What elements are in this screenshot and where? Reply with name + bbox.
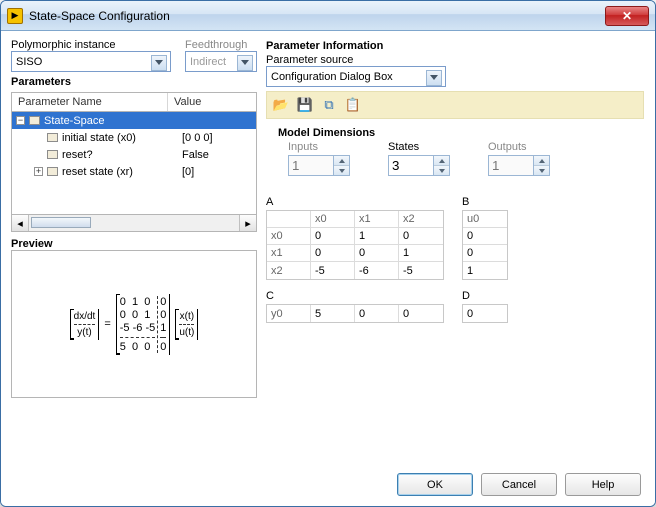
tree-item-reset[interactable]: − reset? False [12, 146, 256, 163]
titlebar: ▶ State-Space Configuration ✕ [1, 1, 655, 31]
tree-header: Parameter Name Value [11, 92, 257, 111]
polymorphic-label: Polymorphic instance [11, 39, 181, 51]
tree-scrollbar[interactable]: ◂ ▸ [11, 215, 257, 232]
matrix-D-label: D [462, 290, 508, 302]
outputs-spinner [488, 155, 568, 176]
states-down[interactable] [434, 166, 449, 175]
parameter-tree[interactable]: − State-Space − initial state (x0) [0 0 … [11, 111, 257, 215]
preview-label: Preview [11, 238, 257, 250]
paste-icon[interactable]: 📋 [345, 97, 361, 113]
scroll-left-button[interactable]: ◂ [12, 215, 29, 231]
outputs-field [488, 155, 534, 176]
node-icon [29, 116, 40, 125]
cancel-button[interactable]: Cancel [481, 473, 557, 496]
collapse-icon[interactable]: − [16, 116, 25, 125]
button-bar: OK Cancel Help [11, 467, 645, 498]
inputs-field [288, 155, 334, 176]
node-icon [47, 133, 58, 142]
open-icon[interactable]: 📂 [273, 97, 289, 113]
feedthrough-value: Indirect [190, 56, 226, 68]
param-info-title: Parameter Information [266, 40, 644, 52]
scroll-right-button[interactable]: ▸ [239, 215, 256, 231]
eq-lhs: dx/dt y(t) [70, 309, 100, 340]
save-icon[interactable]: 💾 [297, 97, 313, 113]
ok-button[interactable]: OK [397, 473, 473, 496]
matrix-B-label: B [462, 196, 508, 208]
chevron-down-icon [430, 75, 438, 80]
eq-rhs: x(t) u(t) [175, 309, 198, 340]
param-source-dropdown[interactable]: Configuration Dialog Box [266, 66, 446, 87]
app-icon: ▶ [7, 8, 23, 24]
col-parameter-name: Parameter Name [12, 93, 168, 111]
feedthrough-dropdown: Indirect [185, 51, 257, 72]
states-label: States [388, 141, 468, 153]
window-title: State-Space Configuration [29, 9, 605, 23]
preview-canvas: dx/dt y(t) = 0 1 0 0 0 1 -5 -6 -5 [11, 250, 257, 398]
inputs-label: Inputs [288, 141, 368, 153]
help-button[interactable]: Help [565, 473, 641, 496]
tree-item-reset-state[interactable]: + reset state (xr) [0] [12, 163, 256, 180]
polymorphic-value: SISO [16, 56, 42, 68]
left-panel: Polymorphic instance SISO Feedthrough In… [11, 39, 257, 467]
close-button[interactable]: ✕ [605, 6, 649, 26]
node-icon [47, 167, 58, 176]
content: Polymorphic instance SISO Feedthrough In… [1, 31, 655, 506]
right-panel: Parameter Information Parameter source C… [265, 39, 645, 467]
states-field[interactable] [388, 155, 434, 176]
feedthrough-label: Feedthrough [185, 39, 257, 51]
matrix-A-label: A [266, 196, 444, 208]
inputs-spinner [288, 155, 368, 176]
copy-icon[interactable]: ⧉ [321, 97, 337, 113]
matrix-D[interactable]: 0 [462, 304, 508, 323]
matrix-B[interactable]: u0 0 0 1 [462, 210, 508, 280]
outputs-label: Outputs [488, 141, 568, 153]
dialog-window: ▶ State-Space Configuration ✕ Polymorphi… [0, 0, 656, 507]
expand-icon[interactable]: + [34, 167, 43, 176]
param-source-label: Parameter source [266, 54, 644, 66]
polymorphic-dropdown[interactable]: SISO [11, 51, 171, 72]
node-icon [47, 150, 58, 159]
scroll-thumb[interactable] [31, 217, 91, 228]
tree-item-state-space[interactable]: − State-Space [12, 112, 256, 129]
states-up[interactable] [434, 156, 449, 166]
chevron-down-icon [155, 60, 163, 65]
parameters-header: Parameters [11, 76, 257, 88]
col-value: Value [168, 93, 207, 111]
matrix-C-label: C [266, 290, 444, 302]
chevron-down-icon [241, 60, 249, 65]
model-dimensions-title: Model Dimensions [278, 127, 644, 139]
param-source-value: Configuration Dialog Box [271, 71, 393, 83]
tree-item-initial-state[interactable]: − initial state (x0) [0 0 0] [12, 129, 256, 146]
matrix-C[interactable]: y0 5 0 0 [266, 304, 444, 323]
eq-matrix: 0 1 0 0 0 1 -5 -6 -5 5 0 0 0 0 [116, 294, 171, 355]
states-spinner[interactable] [388, 155, 468, 176]
matrix-A[interactable]: x0 x1 x2 x0 0 1 0 x1 [266, 210, 444, 280]
toolbar: 📂 💾 ⧉ 📋 [266, 91, 644, 119]
